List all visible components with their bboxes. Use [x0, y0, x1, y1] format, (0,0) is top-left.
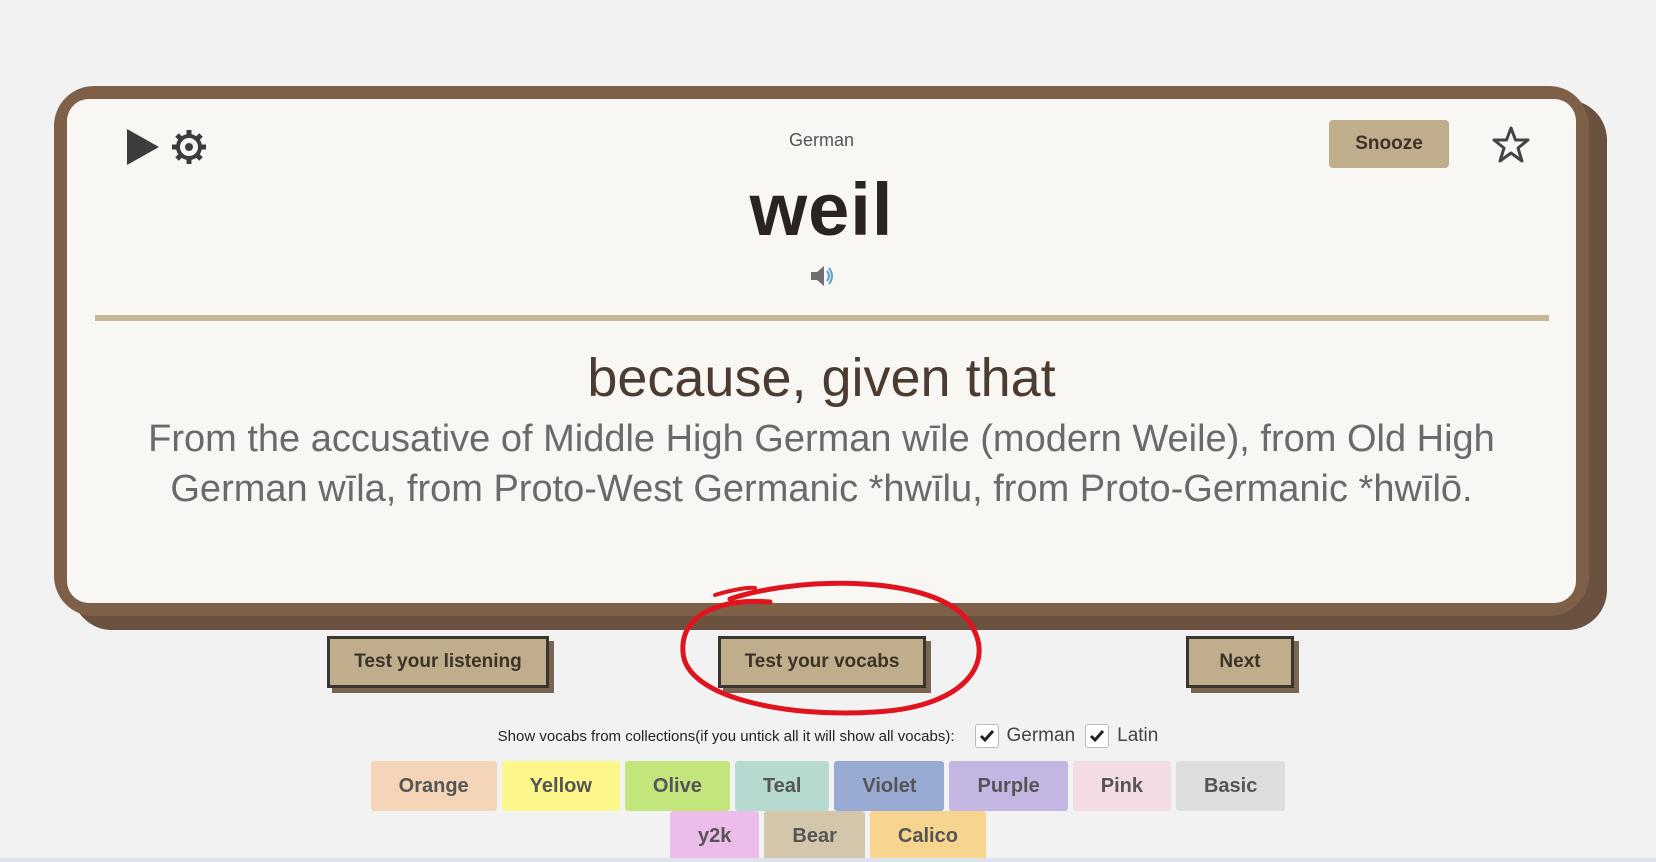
theme-purple[interactable]: Purple: [949, 761, 1068, 811]
speaker-icon[interactable]: [809, 264, 835, 288]
theme-calico[interactable]: Calico: [869, 811, 986, 861]
theme-teal[interactable]: Teal: [734, 761, 830, 811]
theme-row-2: y2k Bear Calico: [0, 811, 1656, 861]
theme-yellow[interactable]: Yellow: [501, 761, 620, 811]
word-etymology: From the accusative of Middle High Germa…: [148, 418, 1495, 510]
checkbox-latin[interactable]: [1085, 724, 1110, 748]
collection-latin[interactable]: Latin: [1085, 724, 1158, 748]
bottom-scroll-bar: [0, 858, 1656, 862]
collection-filter: Show vocabs from collections(if you unti…: [0, 722, 1656, 750]
next-button[interactable]: Next: [1186, 636, 1294, 688]
theme-pink[interactable]: Pink: [1072, 761, 1171, 811]
checkbox-german[interactable]: [974, 724, 999, 748]
card-divider: [95, 315, 1549, 321]
star-icon[interactable]: [1491, 125, 1531, 165]
theme-orange[interactable]: Orange: [370, 761, 497, 811]
vocab-word: weil: [749, 168, 894, 251]
word-meaning: because, given that: [587, 348, 1056, 408]
filter-description: Show vocabs from collections(if you unti…: [497, 727, 955, 745]
theme-basic[interactable]: Basic: [1175, 761, 1286, 811]
snooze-button[interactable]: Snooze: [1329, 120, 1449, 168]
check-icon: [979, 730, 994, 743]
test-listening-button[interactable]: Test your listening: [327, 636, 549, 688]
theme-olive[interactable]: Olive: [624, 761, 730, 811]
theme-row-1: Orange Yellow Olive Teal Violet Purple P…: [0, 761, 1656, 811]
theme-violet[interactable]: Violet: [834, 761, 945, 811]
collection-label-latin: Latin: [1117, 725, 1159, 746]
theme-y2k[interactable]: y2k: [670, 811, 760, 861]
collection-german[interactable]: German: [974, 724, 1076, 748]
red-circle-annotation: [680, 580, 982, 716]
collection-label-german: German: [1006, 725, 1076, 746]
flashcard-inner: German weil Snooze because, given that F…: [67, 99, 1576, 603]
theme-bear[interactable]: Bear: [764, 811, 865, 861]
flashcard: German weil Snooze because, given that F…: [54, 86, 1589, 616]
check-icon: [1090, 730, 1105, 743]
